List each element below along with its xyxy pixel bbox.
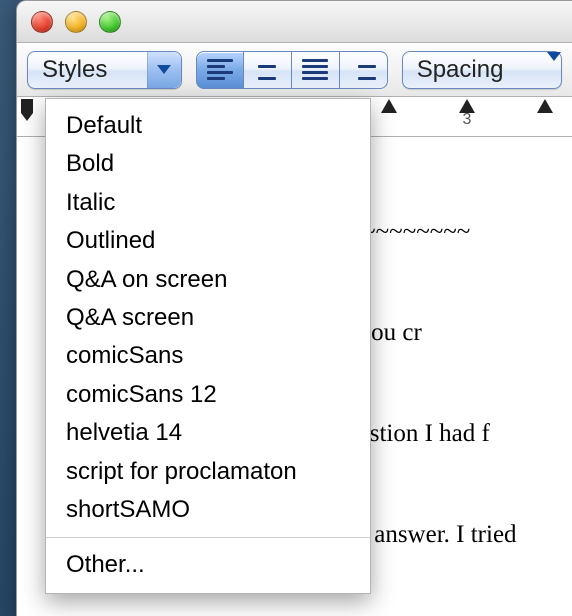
- styles-menu: Default Bold Italic Outlined Q&A on scre…: [45, 98, 371, 594]
- align-right-icon: [350, 59, 376, 80]
- styles-menu-item-shortsamo[interactable]: shortSAMO: [46, 491, 370, 529]
- styles-menu-item-comicsans[interactable]: comicSans: [46, 337, 370, 375]
- chevron-down-icon: [147, 52, 181, 88]
- first-line-indent-marker[interactable]: [21, 99, 33, 113]
- styles-menu-item-other[interactable]: Other...: [46, 546, 370, 584]
- close-window-button[interactable]: [31, 11, 53, 33]
- text-edit-window: Styles Spacing 3 ~~: [16, 0, 572, 616]
- align-justify-icon: [302, 59, 328, 80]
- toolbar: Styles Spacing: [17, 43, 572, 97]
- minimize-window-button[interactable]: [65, 11, 87, 33]
- alignment-group: [196, 51, 388, 89]
- tab-stop-marker[interactable]: [381, 99, 397, 113]
- styles-dropdown-label: Styles: [42, 56, 107, 84]
- styles-menu-item-default[interactable]: Default: [46, 107, 370, 145]
- zoom-window-button[interactable]: [99, 11, 121, 33]
- align-justify-button[interactable]: [292, 51, 340, 89]
- styles-menu-item-bold[interactable]: Bold: [46, 145, 370, 183]
- styles-menu-item-outlined[interactable]: Outlined: [46, 222, 370, 260]
- menu-separator: [46, 537, 370, 538]
- spacing-dropdown-label: Spacing: [417, 56, 504, 84]
- styles-menu-item-qa-on-screen[interactable]: Q&A on screen: [46, 261, 370, 299]
- styles-menu-item-qa-screen[interactable]: Q&A screen: [46, 299, 370, 337]
- styles-menu-item-comicsans-12[interactable]: comicSans 12: [46, 376, 370, 414]
- align-center-button[interactable]: [244, 51, 292, 89]
- styles-menu-item-helvetia-14[interactable]: helvetia 14: [46, 414, 370, 452]
- spacing-dropdown[interactable]: Spacing: [402, 51, 562, 89]
- align-right-button[interactable]: [340, 51, 388, 89]
- align-left-button[interactable]: [196, 51, 244, 89]
- styles-menu-item-script-proclamaton[interactable]: script for proclamaton: [46, 453, 370, 491]
- align-center-icon: [254, 59, 280, 80]
- styles-menu-item-italic[interactable]: Italic: [46, 184, 370, 222]
- chevron-down-icon: [547, 61, 561, 79]
- ruler-number: 3: [463, 111, 472, 129]
- styles-dropdown[interactable]: Styles: [27, 51, 182, 89]
- align-left-icon: [207, 59, 233, 80]
- tab-stop-marker[interactable]: [537, 99, 553, 113]
- window-titlebar[interactable]: [17, 1, 572, 43]
